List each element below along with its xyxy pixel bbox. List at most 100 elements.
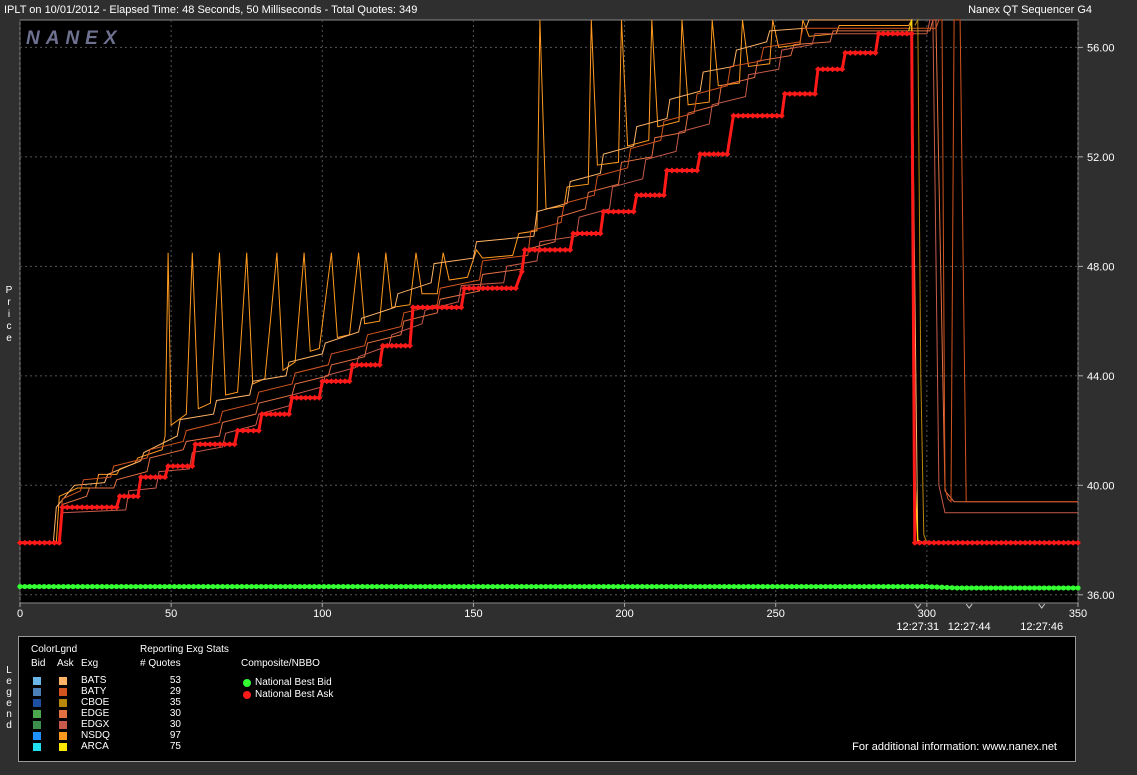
bid-marker <box>379 583 385 590</box>
bid-marker <box>866 583 872 590</box>
legend-exchange-name: BATS <box>81 675 107 686</box>
legend-exchange-name: EDGE <box>81 708 110 719</box>
bid-marker <box>654 583 660 590</box>
bid-marker <box>408 583 414 590</box>
bid-marker <box>451 583 457 590</box>
bid-marker <box>639 583 645 590</box>
legend-nbbo-label: National Best Bid <box>255 677 332 688</box>
bid-marker <box>321 583 327 590</box>
bid-marker <box>340 583 346 590</box>
bid-marker <box>31 583 38 590</box>
y-tick-label: 52.00 <box>1087 152 1115 164</box>
bid-marker <box>934 584 940 590</box>
bid-marker <box>615 583 621 590</box>
bid-marker <box>818 583 824 590</box>
legend-quote-count: 53 <box>169 675 181 686</box>
time-marker-label: 12:27:31 <box>896 621 939 633</box>
x-tick-label: 0 <box>17 608 23 620</box>
bid-marker <box>355 583 361 590</box>
bid-marker <box>692 583 698 590</box>
bid-marker <box>765 583 771 590</box>
bid-marker <box>109 583 115 590</box>
bid-marker <box>359 583 366 590</box>
legend-bid-swatch <box>33 721 41 729</box>
y-tick-label: 56.00 <box>1087 42 1115 54</box>
bid-marker <box>104 583 110 590</box>
bid-marker <box>620 583 626 590</box>
bid-marker <box>842 583 848 590</box>
bid-marker <box>683 583 689 590</box>
bid-marker <box>890 583 896 590</box>
bid-marker <box>326 583 332 590</box>
price-chart: NANEX 36.00 40.00 44.00 48.00 52.00 56.00 0 50 1… <box>17 18 1115 633</box>
bid-marker <box>774 583 780 590</box>
bid-marker <box>591 583 597 590</box>
bid-marker <box>658 583 665 590</box>
bid-marker <box>297 583 303 590</box>
legend-bid-swatch <box>33 699 41 707</box>
bid-marker <box>273 583 279 590</box>
bid-marker <box>919 583 925 590</box>
x-tick-label: 200 <box>615 608 633 620</box>
x-tick-label: 100 <box>313 608 331 620</box>
bid-marker <box>80 583 86 590</box>
bid-marker <box>779 583 785 590</box>
y-tick-label: 44.00 <box>1087 371 1115 383</box>
bid-marker <box>384 583 390 590</box>
bid-marker <box>412 583 419 590</box>
bid-marker <box>422 583 428 590</box>
bid-marker <box>895 583 901 590</box>
bid-marker <box>17 583 23 590</box>
legend-quote-count: 30 <box>169 719 181 730</box>
bid-marker <box>427 583 433 590</box>
bid-marker <box>900 583 906 590</box>
bid-marker <box>964 585 970 591</box>
bid-marker <box>99 583 105 590</box>
legend-quote-count: 35 <box>169 697 181 708</box>
legend-bid-swatch <box>33 677 41 685</box>
bid-marker <box>133 583 139 590</box>
bid-marker <box>769 583 776 590</box>
legend-quote-count: 29 <box>169 686 181 697</box>
bid-marker <box>760 583 766 590</box>
bid-marker <box>65 583 71 590</box>
bid-marker <box>803 583 809 590</box>
bid-marker <box>166 583 173 590</box>
bid-marker <box>576 583 583 590</box>
bid-marker <box>27 583 33 590</box>
legend-quote-count: 75 <box>169 741 181 752</box>
bid-marker <box>586 583 592 590</box>
bid-marker <box>856 583 862 590</box>
bid-marker <box>914 583 920 590</box>
bid-marker <box>1075 585 1081 591</box>
bid-marker <box>998 585 1004 591</box>
time-marker-label: 12:27:46 <box>1020 621 1063 633</box>
y-tick-label: 40.00 <box>1087 480 1115 492</box>
legend-exchange-name: NSDQ <box>81 730 110 741</box>
bid-marker <box>750 583 756 590</box>
footer-info: For additional information: www.nanex.ne… <box>852 741 1057 753</box>
bid-marker <box>113 583 120 590</box>
legend-quote-count: 30 <box>169 708 181 719</box>
legend-stats-title: Reporting Exg Stats <box>140 644 229 655</box>
bid-marker <box>200 583 206 590</box>
time-marker <box>1038 603 1046 609</box>
bid-marker <box>157 583 163 590</box>
bid-marker <box>798 583 805 590</box>
bid-marker <box>959 585 965 591</box>
bid-marker <box>374 583 380 590</box>
legend-bid-swatch <box>33 732 41 740</box>
bid-marker <box>417 583 423 590</box>
bid-marker <box>46 583 52 590</box>
bid-marker <box>822 583 829 590</box>
bid-marker <box>808 583 814 590</box>
bid-marker <box>973 585 980 591</box>
bid-marker <box>224 583 231 590</box>
bid-marker <box>350 583 356 590</box>
bid-marker <box>939 584 945 590</box>
bid-marker <box>456 583 462 590</box>
plot-area <box>19 19 1079 604</box>
legend-nbbo-dot <box>243 679 251 687</box>
legend-exchange-name: CBOE <box>81 697 110 708</box>
legend-exchange-name: ARCA <box>81 741 109 752</box>
